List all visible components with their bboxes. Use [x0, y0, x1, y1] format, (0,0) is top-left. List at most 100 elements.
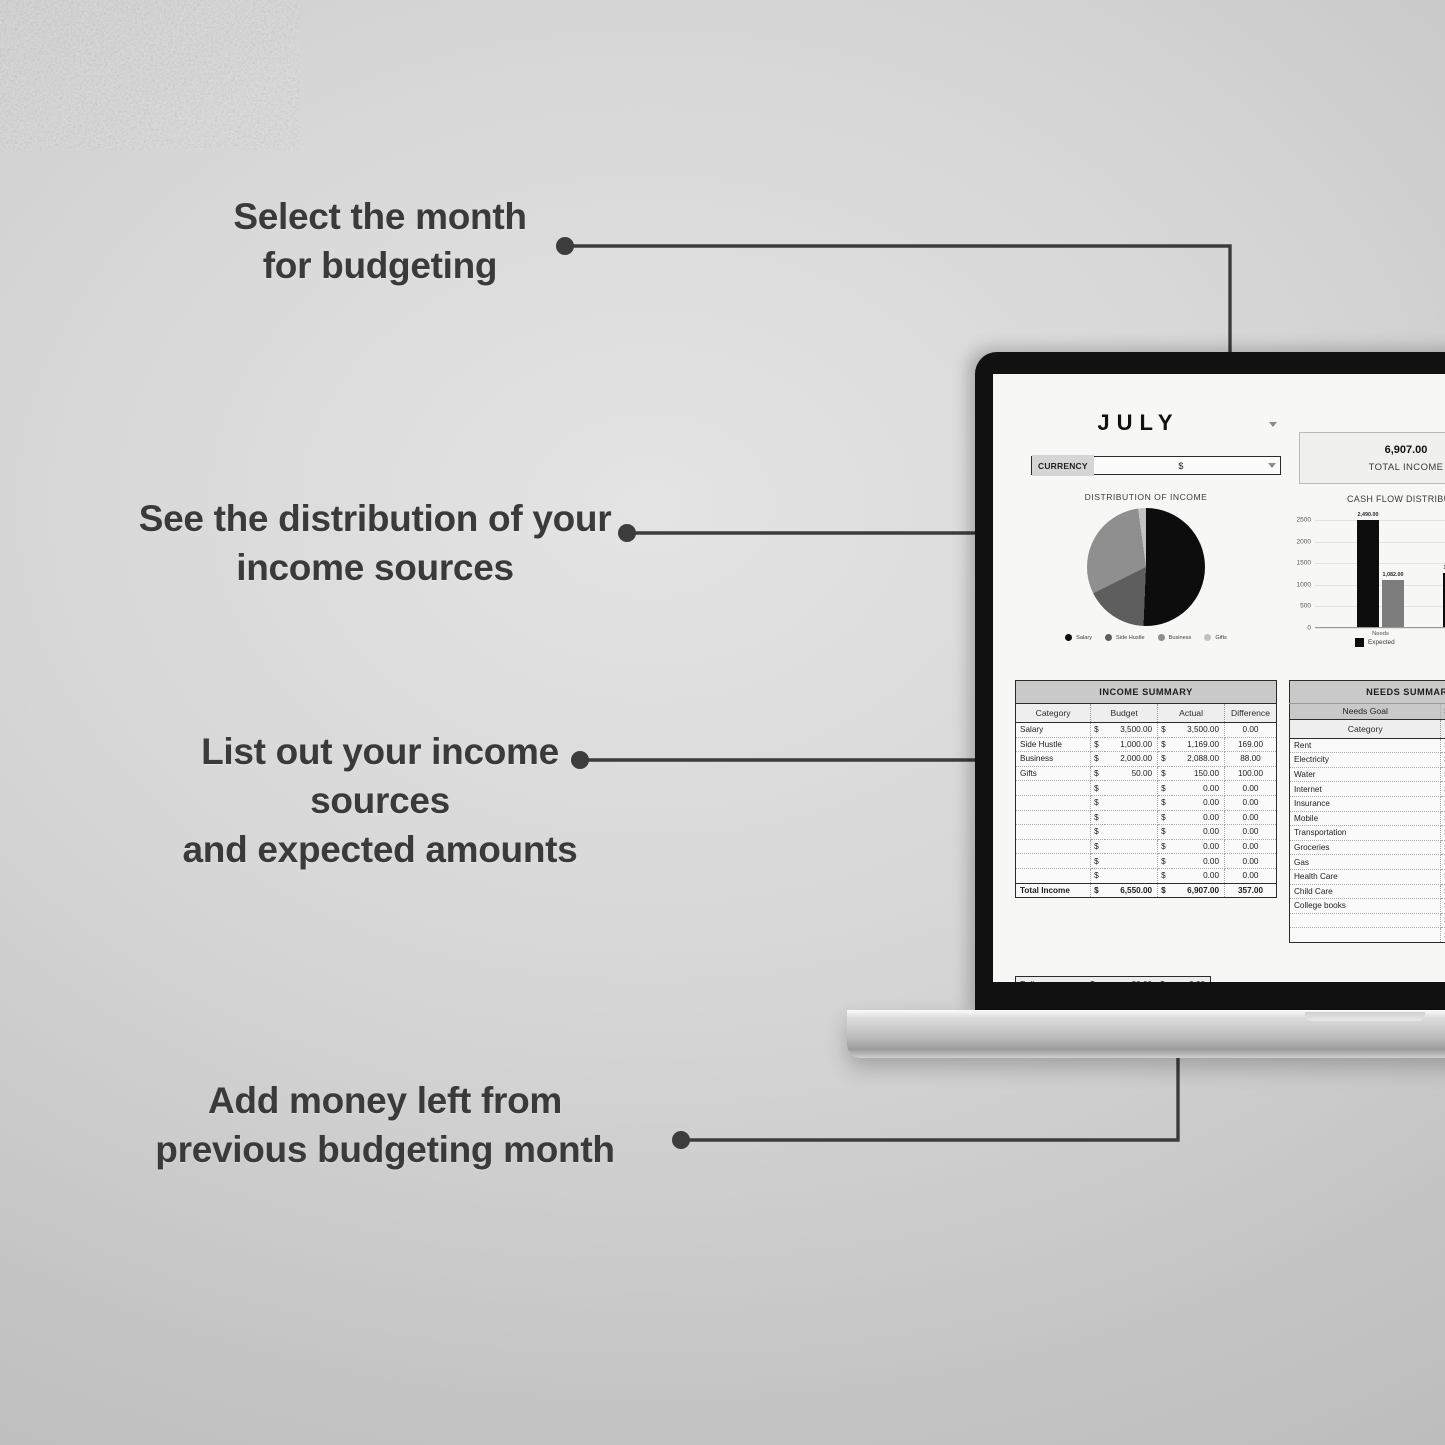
income-cell-budget-symbol[interactable]: $	[1090, 839, 1106, 855]
income-cell-budget[interactable]	[1105, 824, 1159, 840]
income-cell-budget[interactable]: 1,000.00	[1105, 737, 1159, 753]
income-cell-budget[interactable]: 3,500.00	[1105, 722, 1159, 738]
income-cell-category[interactable]	[1015, 795, 1092, 811]
table-row[interactable]: Health Care$120	[1289, 869, 1445, 885]
income-cell-budget-symbol[interactable]: $	[1090, 751, 1106, 767]
income-cell-budget-symbol[interactable]: $	[1090, 737, 1106, 753]
needs-cell-category[interactable]: Insurance	[1289, 796, 1442, 812]
table-row[interactable]: $ $0.00 0.00	[1015, 868, 1277, 884]
income-cell-budget[interactable]	[1105, 839, 1159, 855]
needs-cell-category[interactable]: Health Care	[1289, 869, 1442, 885]
income-cell-budget[interactable]	[1105, 795, 1159, 811]
income-cell-budget[interactable]	[1105, 780, 1159, 796]
income-cell-actual-symbol[interactable]: $	[1157, 868, 1173, 884]
income-cell-category[interactable]	[1015, 853, 1092, 869]
rollover-table[interactable]: Rollover $ 80.00 $ 0.00 Total Budget $ 6…	[1015, 976, 1211, 982]
income-cell-budget-symbol[interactable]: $	[1090, 868, 1106, 884]
income-cell-budget-symbol[interactable]: $	[1090, 824, 1106, 840]
income-cell-actual-symbol[interactable]: $	[1157, 722, 1173, 738]
table-row[interactable]: $ $0.00 0.00	[1015, 824, 1277, 840]
income-cell-category[interactable]: Gifts	[1015, 766, 1092, 782]
month-title[interactable]: JULY	[1031, 410, 1246, 436]
income-cell-budget-symbol[interactable]: $	[1090, 853, 1106, 869]
table-row[interactable]: $ $0.00 0.00	[1015, 853, 1277, 869]
income-cell-actual[interactable]: 0.00	[1172, 795, 1226, 811]
income-cell-budget[interactable]	[1105, 853, 1159, 869]
income-cell-category[interactable]: Salary	[1015, 722, 1092, 738]
income-cell-actual-symbol[interactable]: $	[1157, 766, 1173, 782]
table-row[interactable]: Side Hustle $1,000.00 $1,169.00 169.00	[1015, 737, 1277, 753]
income-cell-actual-symbol[interactable]: $	[1157, 839, 1173, 855]
table-row[interactable]: Salary $3,500.00 $3,500.00 0.00	[1015, 722, 1277, 738]
income-cell-budget[interactable]: 2,000.00	[1105, 751, 1159, 767]
needs-cell-category[interactable]: Transportation	[1289, 825, 1442, 841]
income-cell-category[interactable]	[1015, 780, 1092, 796]
needs-cell-category[interactable]: Rent	[1289, 738, 1442, 754]
table-row[interactable]: $ $0.00 0.00	[1015, 780, 1277, 796]
table-row[interactable]: Electricity$80	[1289, 752, 1445, 768]
income-cell-budget[interactable]	[1105, 810, 1159, 826]
table-row[interactable]: Water$50	[1289, 767, 1445, 783]
rollover-budget[interactable]: 80.00	[1100, 976, 1158, 982]
table-row[interactable]: Child Care$400	[1289, 884, 1445, 900]
income-cell-actual[interactable]: 0.00	[1172, 824, 1226, 840]
income-cell-category[interactable]	[1015, 868, 1092, 884]
table-row[interactable]: Insurance$45	[1289, 796, 1445, 812]
needs-cell-category[interactable]: College books	[1289, 898, 1442, 914]
table-row[interactable]: Mobile$20	[1289, 811, 1445, 827]
rollover-actual[interactable]: 0.00	[1170, 976, 1211, 982]
income-cell-category[interactable]	[1015, 824, 1092, 840]
income-cell-budget-symbol[interactable]: $	[1090, 722, 1106, 738]
needs-cell-category[interactable]: Internet	[1289, 781, 1442, 797]
needs-cell-category[interactable]: Groceries	[1289, 840, 1442, 856]
income-cell-category[interactable]: Business	[1015, 751, 1092, 767]
table-row[interactable]: $	[1289, 927, 1445, 943]
income-cell-actual[interactable]: 3,500.00	[1172, 722, 1226, 738]
table-row[interactable]: Business $2,000.00 $2,088.00 88.00	[1015, 751, 1277, 767]
income-cell-category[interactable]	[1015, 810, 1092, 826]
income-cell-actual[interactable]: 0.00	[1172, 853, 1226, 869]
chevron-down-icon[interactable]	[1268, 463, 1276, 468]
currency-selector[interactable]: CURRENCY $	[1031, 455, 1281, 476]
income-cell-actual-symbol[interactable]: $	[1157, 810, 1173, 826]
income-cell-category[interactable]: Side Hustle	[1015, 737, 1092, 753]
income-cell-actual[interactable]: 1,169.00	[1172, 737, 1226, 753]
income-cell-budget-symbol[interactable]: $	[1090, 795, 1106, 811]
table-row[interactable]: $ $0.00 0.00	[1015, 839, 1277, 855]
needs-cell-category[interactable]	[1289, 927, 1442, 943]
currency-value[interactable]: $	[1094, 461, 1268, 471]
table-row[interactable]: Gifts $50.00 $150.00 100.00	[1015, 766, 1277, 782]
table-row[interactable]: College books$100	[1289, 898, 1445, 914]
income-cell-actual[interactable]: 2,088.00	[1172, 751, 1226, 767]
chevron-down-icon[interactable]	[1269, 422, 1277, 427]
table-row[interactable]: $ $0.00 0.00	[1015, 795, 1277, 811]
needs-cell-category[interactable]: Child Care	[1289, 884, 1442, 900]
income-cell-actual[interactable]: 0.00	[1172, 780, 1226, 796]
needs-cell-category[interactable]: Gas	[1289, 854, 1442, 870]
income-cell-actual-symbol[interactable]: $	[1157, 737, 1173, 753]
needs-cell-category[interactable]: Electricity	[1289, 752, 1442, 768]
income-cell-actual[interactable]: 0.00	[1172, 810, 1226, 826]
income-cell-budget[interactable]: 50.00	[1105, 766, 1159, 782]
income-cell-actual-symbol[interactable]: $	[1157, 780, 1173, 796]
income-cell-actual-symbol[interactable]: $	[1157, 824, 1173, 840]
income-cell-actual[interactable]: 150.00	[1172, 766, 1226, 782]
income-cell-actual-symbol[interactable]: $	[1157, 795, 1173, 811]
table-row[interactable]: $	[1289, 913, 1445, 929]
income-cell-actual-symbol[interactable]: $	[1157, 853, 1173, 869]
table-row[interactable]: Internet$25	[1289, 781, 1445, 797]
needs-cell-category[interactable]	[1289, 913, 1442, 929]
income-cell-actual-symbol[interactable]: $	[1157, 751, 1173, 767]
income-cell-budget-symbol[interactable]: $	[1090, 766, 1106, 782]
income-cell-budget[interactable]	[1105, 868, 1159, 884]
table-row[interactable]: $ $0.00 0.00	[1015, 810, 1277, 826]
income-cell-budget-symbol[interactable]: $	[1090, 810, 1106, 826]
table-row[interactable]: Transportation$40	[1289, 825, 1445, 841]
income-cell-actual[interactable]: 0.00	[1172, 839, 1226, 855]
month-selector-row[interactable]: JULY	[1031, 410, 1279, 444]
table-row[interactable]: Gas$200	[1289, 854, 1445, 870]
table-row[interactable]: Rent$850	[1289, 738, 1445, 754]
income-cell-budget-symbol[interactable]: $	[1090, 780, 1106, 796]
income-cell-actual[interactable]: 0.00	[1172, 868, 1226, 884]
needs-cell-category[interactable]: Water	[1289, 767, 1442, 783]
